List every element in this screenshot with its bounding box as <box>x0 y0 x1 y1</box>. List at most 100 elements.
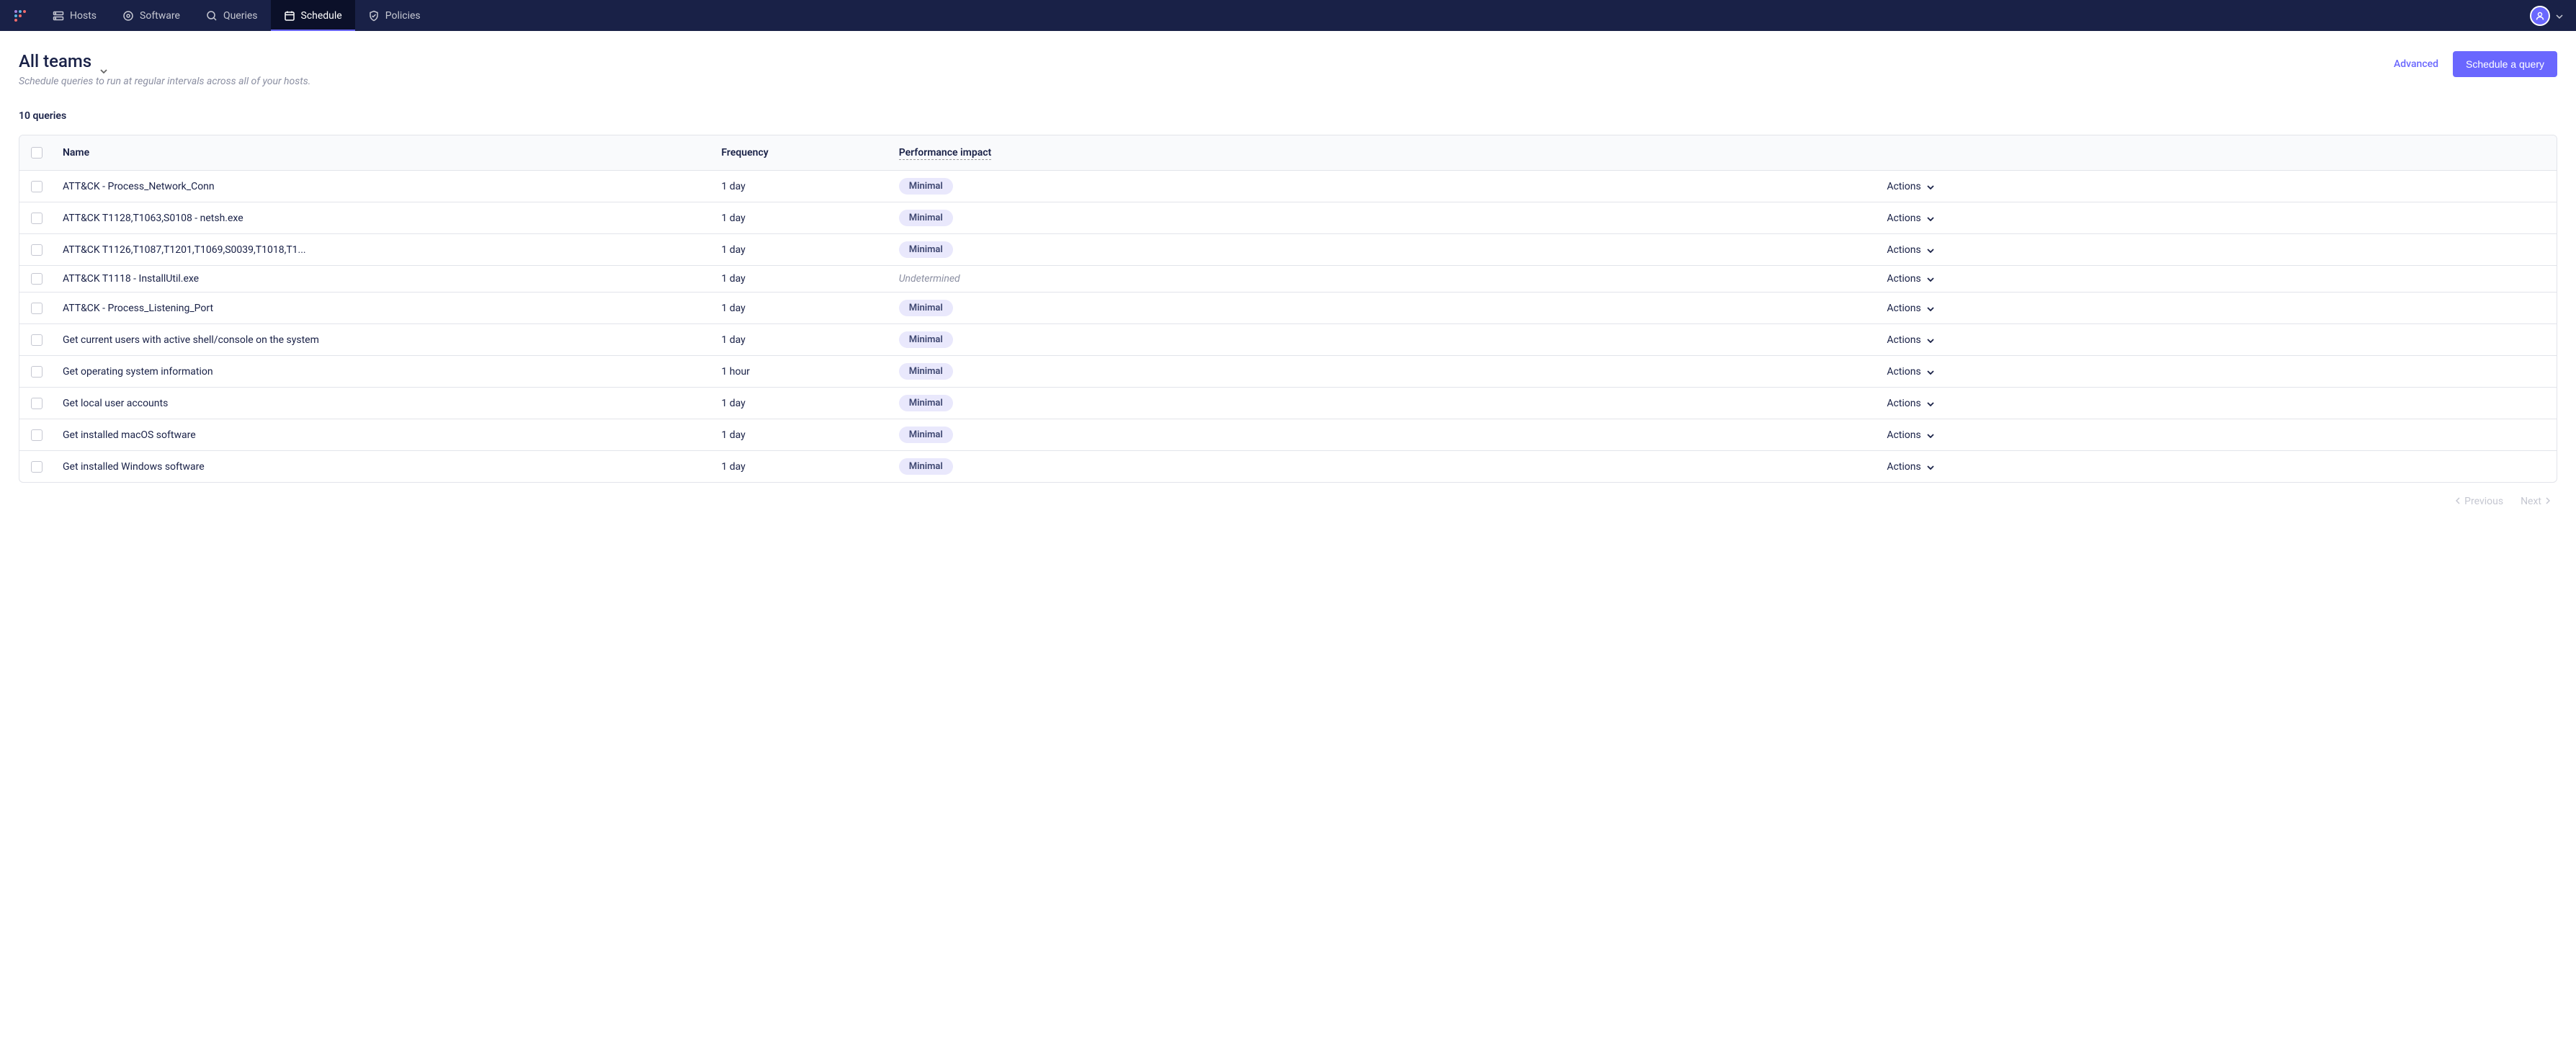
navbar: Hosts Software Queries <box>0 0 2576 31</box>
query-frequency: 1 day <box>707 293 884 324</box>
query-name: ATT&CK - Process_Listening_Port <box>48 293 707 324</box>
nav-item-software[interactable]: Software <box>109 0 193 31</box>
query-impact: Minimal <box>885 419 1873 451</box>
impact-text: Undetermined <box>899 273 960 285</box>
table-row[interactable]: ATT&CK - Process_Listening_Port1 dayMini… <box>19 293 2557 324</box>
query-name: Get local user accounts <box>48 388 707 419</box>
query-name: Get current users with active shell/cons… <box>48 324 707 356</box>
row-checkbox[interactable] <box>31 244 43 256</box>
query-impact: Minimal <box>885 324 1873 356</box>
nav-item-label: Policies <box>385 10 421 22</box>
table-row[interactable]: Get installed Windows software1 dayMinim… <box>19 451 2557 483</box>
query-name: ATT&CK T1118 - InstallUtil.exe <box>48 266 707 293</box>
actions-label: Actions <box>1887 461 1920 473</box>
row-checkbox[interactable] <box>31 213 43 224</box>
select-all-checkbox[interactable] <box>31 147 43 159</box>
query-frequency: 1 day <box>707 266 884 293</box>
query-frequency: 1 day <box>707 202 884 234</box>
avatar <box>2530 6 2550 26</box>
impact-badge: Minimal <box>899 427 953 443</box>
select-all-header <box>19 135 48 171</box>
query-name: ATT&CK T1128,T1063,S0108 - netsh.exe <box>48 202 707 234</box>
actions-dropdown[interactable]: Actions <box>1887 429 1933 441</box>
query-frequency: 1 day <box>707 388 884 419</box>
user-menu[interactable] <box>2530 0 2576 31</box>
nav-item-policies[interactable]: Policies <box>355 0 434 31</box>
impact-badge: Minimal <box>899 210 953 226</box>
query-frequency: 1 day <box>707 419 884 451</box>
row-checkbox[interactable] <box>31 429 43 441</box>
actions-dropdown[interactable]: Actions <box>1887 303 1933 314</box>
table-row[interactable]: Get installed macOS software1 dayMinimal… <box>19 419 2557 451</box>
advanced-link[interactable]: Advanced <box>2394 58 2438 70</box>
query-impact: Minimal <box>885 234 1873 266</box>
queries-icon <box>206 10 218 22</box>
row-checkbox[interactable] <box>31 273 43 285</box>
table-row[interactable]: ATT&CK T1118 - InstallUtil.exe1 day Undet… <box>19 266 2557 293</box>
column-header-performance[interactable]: Performance impact <box>885 135 1873 171</box>
next-label: Next <box>2521 496 2541 507</box>
impact-badge: Minimal <box>899 395 953 411</box>
nav-item-label: Hosts <box>70 10 97 22</box>
app-logo[interactable] <box>0 0 40 31</box>
query-frequency: 1 hour <box>707 356 884 388</box>
table-row[interactable]: Get local user accounts1 day Minimal Actio… <box>19 388 2557 419</box>
team-selector[interactable]: All teams <box>19 51 310 71</box>
page-title: All teams <box>19 51 91 71</box>
row-checkbox[interactable] <box>31 366 43 378</box>
chevron-left-icon <box>2456 496 2460 507</box>
actions-dropdown[interactable]: Actions <box>1887 244 1933 256</box>
row-checkbox[interactable] <box>31 181 43 192</box>
actions-dropdown[interactable]: Actions <box>1887 213 1933 224</box>
schedule-icon <box>284 10 295 22</box>
table-row[interactable]: ATT&CK - Process_Network_Conn1 dayMinima… <box>19 171 2557 202</box>
actions-dropdown[interactable]: Actions <box>1887 181 1933 192</box>
page: All teams Schedule queries to run at reg… <box>0 31 2576 527</box>
table-row[interactable]: Get operating system information1 hourMi… <box>19 356 2557 388</box>
nav-item-queries[interactable]: Queries <box>193 0 271 31</box>
chevron-down-icon <box>1927 461 1934 473</box>
chevron-down-icon <box>100 58 107 65</box>
actions-label: Actions <box>1887 273 1920 285</box>
impact-badge: Minimal <box>899 331 953 348</box>
column-header-name[interactable]: Name <box>48 135 707 171</box>
impact-badge: Minimal <box>899 241 953 258</box>
actions-label: Actions <box>1887 303 1920 314</box>
nav-item-hosts[interactable]: Hosts <box>40 0 109 31</box>
column-header-actions <box>1872 135 2557 171</box>
queries-table: Name Frequency Performance impact ATT&CK… <box>19 135 2557 483</box>
row-checkbox[interactable] <box>31 303 43 314</box>
row-checkbox[interactable] <box>31 461 43 473</box>
column-header-frequency[interactable]: Frequency <box>707 135 884 171</box>
actions-dropdown[interactable]: Actions <box>1887 366 1933 378</box>
hosts-icon <box>53 10 64 22</box>
query-name: ATT&CK - Process_Network_Conn <box>48 171 707 202</box>
actions-dropdown[interactable]: Actions <box>1887 334 1933 346</box>
previous-page[interactable]: Previous <box>2456 496 2503 507</box>
query-frequency: 1 day <box>707 451 884 483</box>
table-row[interactable]: ATT&CK T1128,T1063,S0108 - netsh.exe1 da… <box>19 202 2557 234</box>
row-checkbox[interactable] <box>31 398 43 409</box>
actions-label: Actions <box>1887 366 1920 378</box>
impact-badge: Minimal <box>899 363 953 380</box>
chevron-down-icon <box>1927 366 1934 378</box>
query-impact: Minimal <box>885 293 1873 324</box>
query-frequency: 1 day <box>707 234 884 266</box>
schedule-query-button[interactable]: Schedule a query <box>2453 51 2557 77</box>
next-page[interactable]: Next <box>2521 496 2550 507</box>
table-row[interactable]: Get current users with active shell/cons… <box>19 324 2557 356</box>
row-checkbox[interactable] <box>31 334 43 346</box>
nav-item-schedule[interactable]: Schedule <box>271 0 355 31</box>
query-frequency: 1 day <box>707 171 884 202</box>
chevron-down-icon <box>1927 334 1934 346</box>
query-count: 10 queries <box>19 110 2557 122</box>
actions-dropdown[interactable]: Actions <box>1887 273 1933 285</box>
table-row[interactable]: ATT&CK T1126,T1087,T1201,T1069,S0039,T10… <box>19 234 2557 266</box>
actions-dropdown[interactable]: Actions <box>1887 398 1933 409</box>
query-frequency: 1 day <box>707 324 884 356</box>
policies-icon <box>368 10 380 22</box>
actions-dropdown[interactable]: Actions <box>1887 461 1933 473</box>
actions-label: Actions <box>1887 429 1920 441</box>
query-impact: Minimal <box>885 171 1873 202</box>
chevron-down-icon <box>2556 10 2563 22</box>
